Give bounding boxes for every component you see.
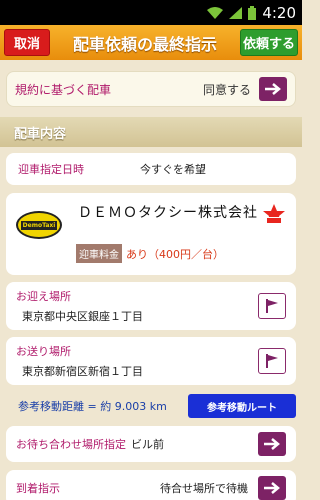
battery-icon [248,5,257,20]
flag-icon [266,354,278,368]
arrival-value: 待合せ場所で待機 [160,482,248,495]
flag-icon [266,299,278,313]
arrival-label: 到着指示 [16,482,60,495]
arrow-right-icon [264,438,280,450]
fare-row: 迎車料金 あり（400円／台） [76,244,224,263]
wifi-icon [207,6,224,19]
distance-row: 参考移動距離 = 約 9.003 km 参考移動ルート [6,394,296,418]
pickup-map-button[interactable] [258,293,286,319]
company-card: DemoTaxi ＤＥＭＯタクシー株式会社 迎車料金 あり（400円／台） [6,193,296,275]
meeting-arrow-button[interactable] [258,432,286,456]
pickup-place-address: 東京都中央区銀座１丁目 [22,310,143,323]
terms-label: 規約に基づく配車 [15,82,112,97]
arrow-right-icon [264,482,280,494]
pickup-place-label: お迎え場所 [16,290,71,303]
pickup-time-label: 迎車指定日時 [18,163,84,176]
arrow-right-icon [265,83,281,95]
terms-row[interactable]: 規約に基づく配車 同意する [6,71,296,107]
section-header: 配車内容 [0,117,302,147]
agree-label: 同意する [202,82,251,97]
status-bar: 4:20 [0,0,302,25]
clock: 4:20 [262,3,296,22]
meeting-place-row[interactable]: お待ち合わせ場所指定 ビル前 [6,426,296,462]
badge-icon [262,203,286,227]
pickup-time-row: 迎車指定日時 今すぐを希望 [6,153,296,185]
meeting-place-label: お待ち合わせ場所指定 [16,438,126,451]
taxi-logo: DemoTaxi [16,211,62,239]
fare-tag: 迎車料金 [76,244,122,263]
arrival-arrow-button[interactable] [258,476,286,500]
dropoff-place-label: お送り場所 [16,345,71,358]
dropoff-map-button[interactable] [258,348,286,374]
dropoff-place-row[interactable]: お送り場所 東京都新宿区新宿１丁目 [6,337,296,385]
distance-text: 参考移動距離 = 約 9.003 km [18,400,167,413]
meeting-place-value: ビル前 [131,438,164,451]
pickup-place-row[interactable]: お迎え場所 東京都中央区銀座１丁目 [6,282,296,330]
route-button[interactable]: 参考移動ルート [188,394,296,418]
page-title: 配車依頼の最終指示 [72,34,217,54]
terms-arrow-button[interactable] [259,77,287,101]
title-bar: 取消 配車依頼の最終指示 依頼する [0,25,302,60]
dropoff-place-address: 東京都新宿区新宿１丁目 [22,365,143,378]
fare-value: あり（400円／台） [126,247,224,261]
signal-icon [229,6,243,19]
request-button[interactable]: 依頼する [240,29,298,56]
company-name: ＤＥＭＯタクシー株式会社 [78,205,258,221]
cancel-button[interactable]: 取消 [4,29,50,56]
arrival-row[interactable]: 到着指示 待合せ場所で待機 [6,470,296,500]
pickup-time-value: 今すぐを希望 [140,163,206,176]
